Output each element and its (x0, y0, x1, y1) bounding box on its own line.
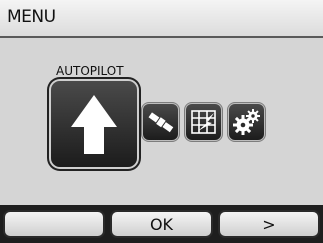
selected-option-label: AUTOPILOT (56, 64, 124, 78)
satellite-option[interactable] (143, 104, 178, 140)
arrow-up-icon (71, 95, 117, 154)
gears-icon (233, 109, 260, 135)
autopilot-option[interactable] (51, 81, 137, 167)
title-bar: MENU (0, 0, 323, 38)
map-option[interactable] (186, 104, 221, 140)
page-title: MENU (7, 7, 56, 27)
satellite-icon (148, 112, 174, 133)
map-grid-icon (191, 110, 216, 134)
settings-option[interactable] (229, 104, 264, 140)
next-button[interactable]: > (218, 210, 320, 238)
softkey-bar: OK > (0, 205, 323, 243)
ok-button[interactable]: OK (110, 210, 213, 238)
left-softkey-button[interactable] (3, 210, 105, 238)
